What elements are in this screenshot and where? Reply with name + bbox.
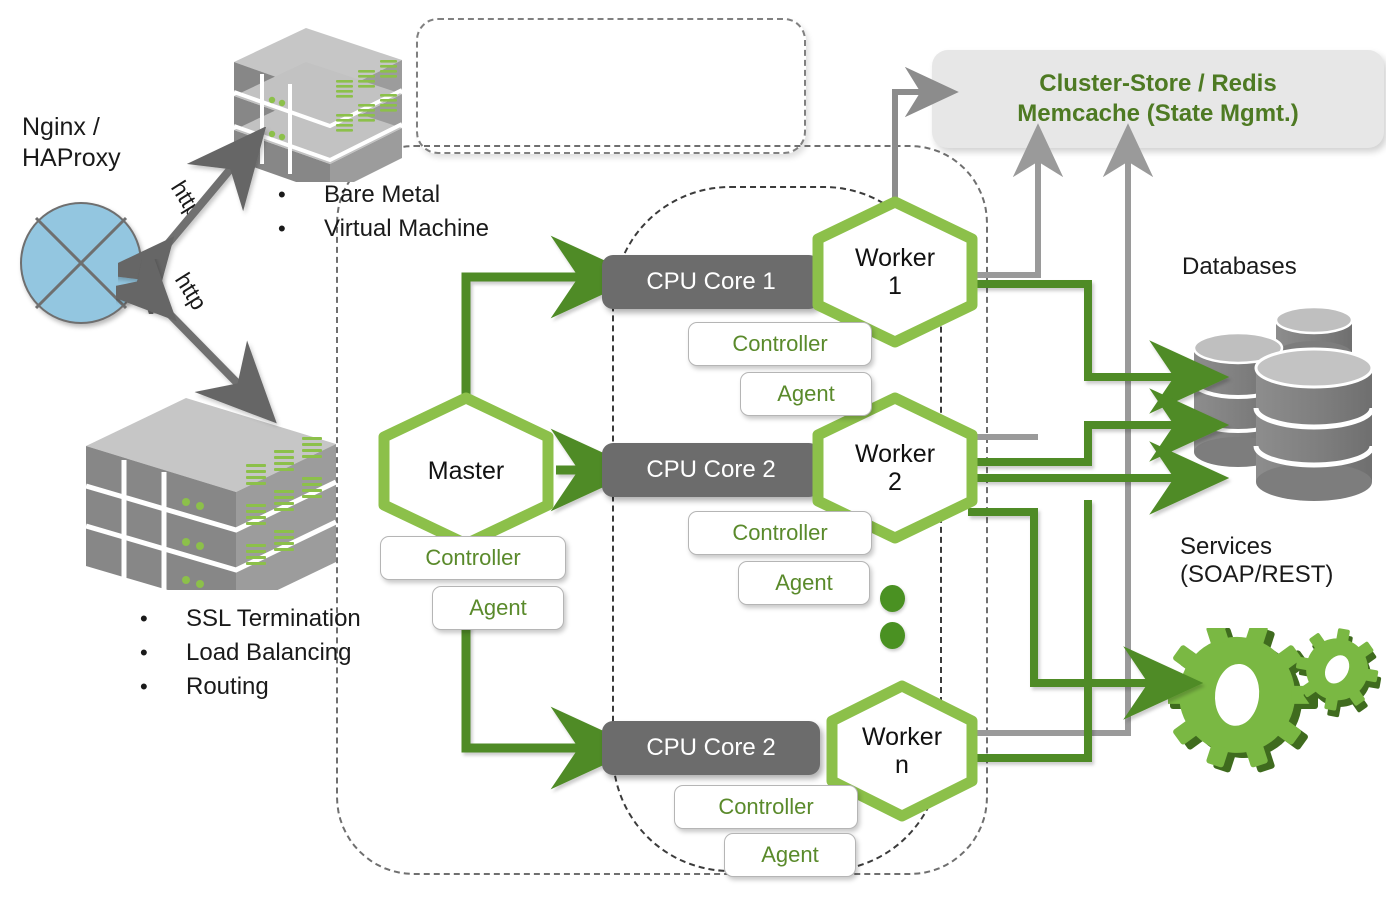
worker-2-controller-pill[interactable]: Controller [688,511,872,555]
wire-worker2-to-services [968,508,1204,720]
wire-worker2-to-databases-a [968,388,1230,466]
pill-label: Controller [425,545,521,570]
ellipsis-dot [880,622,905,649]
cpu-core-2-box[interactable]: CPU Core 2 [602,443,820,497]
pill-label: Agent [761,842,819,867]
cpu-core-1-box[interactable]: CPU Core 1 [602,255,820,309]
worker-2-agent-pill[interactable]: Agent [738,561,870,605]
wire-worker1-to-databases [968,280,1230,414]
cpu-core-label: CPU Core 2 [646,456,776,483]
wire-workern-rail [968,500,1092,762]
master-hexagon[interactable]: Master [378,392,554,550]
wire-master-to-core1 [461,235,641,410]
cpu-core-label: CPU Core 1 [646,268,776,295]
pill-label: Controller [732,520,828,545]
cpu-core-n-box[interactable]: CPU Core 2 [602,721,820,775]
ellipsis-dot [880,585,905,612]
pill-label: Agent [777,381,835,406]
cpu-core-label: CPU Core 2 [646,734,776,761]
master-controller-pill[interactable]: Controller [380,536,566,580]
worker-n-controller-pill[interactable]: Controller [674,785,858,829]
pill-label: Controller [732,331,828,356]
worker-1-agent-pill[interactable]: Agent [740,372,872,416]
worker-1-controller-pill[interactable]: Controller [688,322,872,366]
master-agent-pill[interactable]: Agent [432,586,564,630]
pill-label: Controller [718,794,814,819]
diagram-canvas: Nginx / HAProxy http http • Bare Metal •… [0,0,1386,900]
pill-label: Agent [469,595,527,620]
worker-n-agent-pill[interactable]: Agent [724,833,856,877]
pill-label: Agent [775,570,833,595]
